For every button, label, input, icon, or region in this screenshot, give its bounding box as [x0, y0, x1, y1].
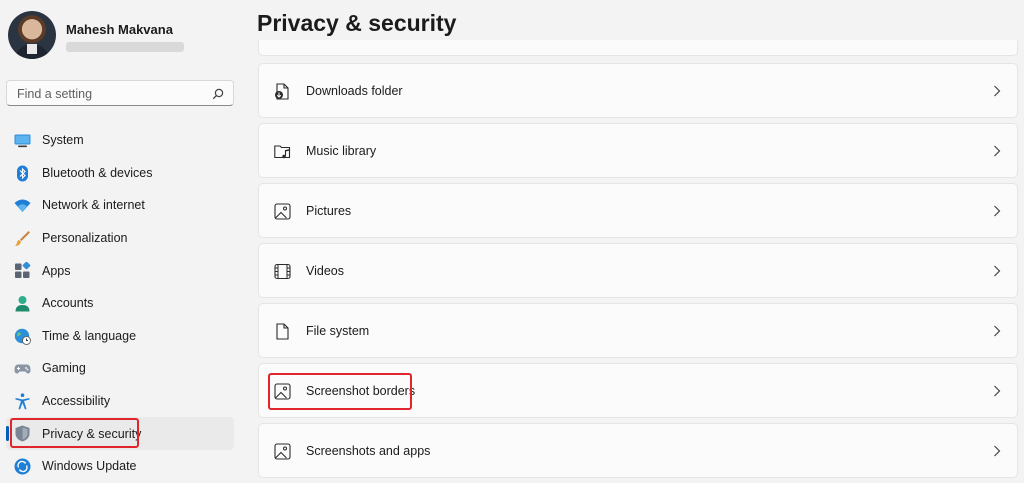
card-screenshots-and-apps[interactable]: Screenshots and apps	[258, 423, 1018, 478]
card-downloads-folder[interactable]: Downloads folder	[258, 63, 1018, 118]
system-icon	[14, 134, 31, 148]
sidebar-item-windows-update[interactable]: Windows Update	[6, 450, 234, 483]
chevron-right-icon	[994, 445, 1001, 457]
sidebar-item-bluetooth-devices[interactable]: Bluetooth & devices	[6, 157, 234, 190]
card-label: File system	[306, 324, 370, 338]
bluetooth-icon	[17, 165, 28, 182]
sidebar-item-gaming[interactable]: Gaming	[6, 352, 234, 385]
video-icon	[274, 263, 291, 280]
page-title: Privacy & security	[257, 10, 457, 36]
globe-clock-icon	[14, 328, 31, 345]
settings-list: Downloads folder Music library Pictures	[258, 63, 1018, 483]
user-name: Mahesh Makvana	[66, 22, 173, 37]
sidebar-item-accounts[interactable]: Accounts	[6, 287, 234, 320]
user-email-redacted	[66, 42, 184, 52]
accessibility-icon	[15, 393, 30, 410]
sidebar-item-system[interactable]: System	[6, 124, 234, 157]
sidebar-item-label: Time & language	[42, 328, 137, 343]
user-profile[interactable]: Mahesh Makvana	[8, 10, 238, 62]
screenshot-borders-highlight	[268, 373, 412, 410]
person-icon	[15, 295, 30, 312]
sidebar-item-label: Personalization	[42, 231, 128, 246]
picture-icon	[274, 203, 291, 220]
sidebar-item-label: System	[42, 133, 84, 148]
screenshot-apps-icon	[274, 443, 291, 460]
brush-icon	[15, 230, 30, 246]
card-label: Videos	[306, 264, 344, 278]
card-videos[interactable]: Videos	[258, 243, 1018, 298]
sidebar-item-label: Accessibility	[42, 394, 111, 409]
card-file-system[interactable]: File system	[258, 303, 1018, 358]
wifi-icon	[14, 199, 31, 213]
update-icon	[14, 458, 31, 475]
sidebar: Mahesh Makvana System Bluetooth & device…	[0, 0, 244, 483]
search-box[interactable]	[6, 80, 234, 106]
card-partial-above	[258, 40, 1018, 56]
sidebar-item-network-internet[interactable]: Network & internet	[6, 189, 234, 222]
card-pictures[interactable]: Pictures	[258, 183, 1018, 238]
sidebar-item-label: Apps	[42, 263, 71, 278]
card-screenshot-borders[interactable]: Screenshot borders	[258, 363, 1018, 418]
chevron-right-icon	[994, 85, 1001, 97]
chevron-right-icon	[994, 265, 1001, 277]
chevron-right-icon	[994, 325, 1001, 337]
chevron-right-icon	[994, 145, 1001, 157]
sidebar-item-label: Windows Update	[42, 459, 137, 474]
avatar[interactable]	[8, 11, 56, 59]
sidebar-item-label: Bluetooth & devices	[42, 165, 153, 180]
search-icon[interactable]	[212, 88, 224, 100]
privacy-security-highlight	[10, 418, 139, 448]
sidebar-item-accessibility[interactable]: Accessibility	[6, 385, 234, 418]
sidebar-item-apps[interactable]: Apps	[6, 254, 234, 287]
sidebar-item-time-language[interactable]: Time & language	[6, 320, 234, 353]
chevron-right-icon	[994, 385, 1001, 397]
card-label: Screenshots and apps	[306, 444, 431, 458]
sidebar-item-label: Gaming	[42, 361, 86, 376]
search-input[interactable]	[15, 84, 209, 104]
gamepad-icon	[14, 364, 31, 374]
apps-icon	[15, 262, 31, 279]
chevron-right-icon	[994, 205, 1001, 217]
card-label: Music library	[306, 144, 377, 158]
sidebar-item-personalization[interactable]: Personalization	[6, 222, 234, 255]
music-folder-icon	[274, 145, 291, 159]
card-music-library[interactable]: Music library	[258, 123, 1018, 178]
downloads-folder-icon	[275, 83, 289, 100]
card-label: Downloads folder	[306, 84, 403, 98]
card-label: Pictures	[306, 204, 352, 218]
sidebar-item-label: Accounts	[42, 296, 94, 311]
document-icon	[276, 323, 289, 340]
sidebar-item-label: Network & internet	[42, 198, 145, 213]
